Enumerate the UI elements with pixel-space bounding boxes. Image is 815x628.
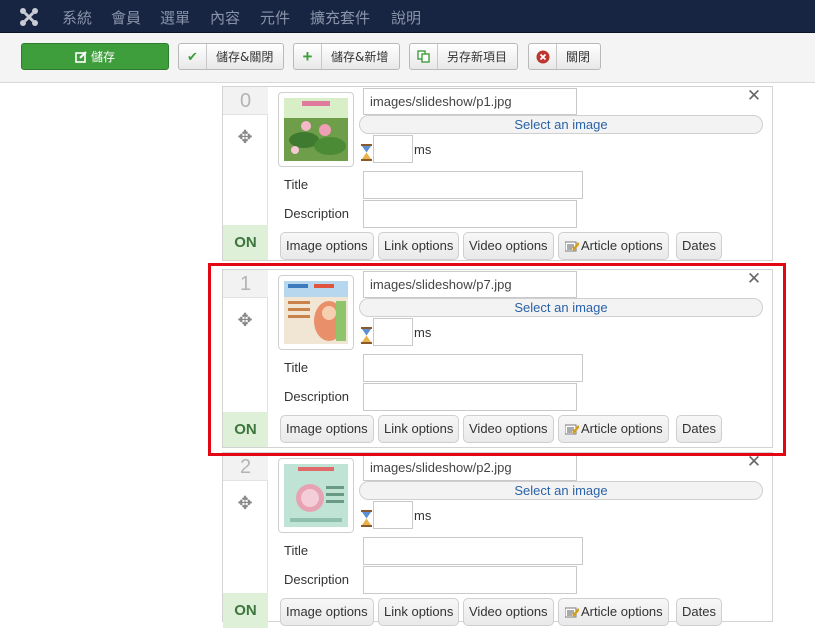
- duration-input[interactable]: [373, 501, 413, 529]
- slide-item-0: 0 ✥ ON images/slideshow/p1.jpg Select an…: [222, 86, 773, 261]
- checkmark-icon: ✔: [179, 44, 207, 69]
- save-label: 儲存: [90, 50, 115, 64]
- description-input[interactable]: [363, 200, 577, 228]
- hourglass-icon: [361, 144, 372, 161]
- duration-input[interactable]: [373, 135, 413, 163]
- article-icon: [565, 241, 579, 252]
- dates-button[interactable]: Dates: [676, 598, 722, 626]
- select-image-button[interactable]: Select an image: [359, 115, 763, 134]
- save-new-label: 儲存&新增: [331, 50, 389, 64]
- slide-number: 2: [223, 453, 268, 481]
- close-label: 關閉: [566, 50, 591, 64]
- slide-item-2: 2 ✥ ON images/slideshow/p2.jpg Select an…: [222, 452, 773, 628]
- close-button[interactable]: 關閉: [528, 43, 601, 70]
- move-icon[interactable]: ✥: [235, 127, 255, 147]
- slide-status-toggle[interactable]: ON: [223, 593, 268, 628]
- image-path-input[interactable]: images/slideshow/p1.jpg: [363, 88, 577, 115]
- image-options-button[interactable]: Image options: [280, 598, 374, 626]
- lotus-photo-thumbnail: [284, 98, 348, 161]
- article-options-button[interactable]: Article options: [558, 232, 669, 260]
- toolbar: 儲存 ✔ 儲存&關閉 + 儲存&新增 另存新項目 關閉: [0, 33, 815, 83]
- article-options-button[interactable]: Article options: [558, 598, 669, 626]
- save-close-button[interactable]: ✔ 儲存&關閉: [178, 43, 284, 70]
- edit-icon: [75, 50, 87, 63]
- slide-status-toggle[interactable]: ON: [223, 225, 268, 260]
- highlight-box: [208, 263, 786, 456]
- save-new-button[interactable]: + 儲存&新增: [293, 43, 400, 70]
- article-options-label: Article options: [581, 604, 663, 619]
- save-copy-label: 另存新項目: [447, 50, 508, 64]
- joomla-logo-icon[interactable]: [18, 6, 40, 28]
- top-navigation: 系統 會員 選單 內容 元件 擴充套件 說明: [0, 0, 815, 33]
- link-options-button[interactable]: Link options: [378, 598, 460, 626]
- title-label: Title: [284, 177, 309, 192]
- hourglass-icon: [361, 510, 372, 527]
- slide-handle-column: 0 ✥ ON: [223, 87, 268, 260]
- plus-icon: +: [294, 44, 322, 69]
- ms-label: ms: [414, 508, 432, 523]
- close-circle-icon: [529, 44, 557, 69]
- save-close-label: 儲存&關閉: [216, 50, 274, 64]
- menu-extensions[interactable]: 擴充套件: [310, 7, 370, 28]
- menu-menus[interactable]: 選單: [160, 7, 190, 28]
- ms-label: ms: [414, 142, 432, 157]
- title-input[interactable]: [363, 171, 583, 199]
- save-copy-button[interactable]: 另存新項目: [409, 43, 518, 70]
- title-input[interactable]: [363, 537, 583, 565]
- remove-slide-icon[interactable]: ✕: [744, 87, 764, 105]
- image-path-input[interactable]: images/slideshow/p2.jpg: [363, 454, 577, 481]
- description-input[interactable]: [363, 566, 577, 594]
- move-icon[interactable]: ✥: [235, 493, 255, 513]
- menu-content[interactable]: 內容: [210, 7, 240, 28]
- link-options-button[interactable]: Link options: [378, 232, 460, 260]
- slide-number: 0: [223, 87, 268, 115]
- menu-users[interactable]: 會員: [111, 7, 141, 28]
- description-label: Description: [284, 206, 350, 221]
- menu-system[interactable]: 系統: [62, 7, 92, 28]
- article-options-label: Article options: [581, 238, 663, 253]
- image-options-button[interactable]: Image options: [280, 232, 374, 260]
- video-options-button[interactable]: Video options: [463, 598, 554, 626]
- flyer-thumbnail: [284, 464, 348, 527]
- title-label: Title: [284, 543, 309, 558]
- menu-help[interactable]: 說明: [391, 7, 421, 28]
- slide-thumbnail: [278, 458, 354, 533]
- slide-handle-column: 2 ✥ ON: [223, 453, 268, 628]
- save-button[interactable]: 儲存: [21, 43, 169, 70]
- select-image-button[interactable]: Select an image: [359, 481, 763, 500]
- description-label: Description: [284, 572, 350, 587]
- menu-components[interactable]: 元件: [260, 7, 290, 28]
- video-options-button[interactable]: Video options: [463, 232, 554, 260]
- dates-button[interactable]: Dates: [676, 232, 722, 260]
- copy-icon: [410, 44, 438, 69]
- slide-thumbnail: [278, 92, 354, 167]
